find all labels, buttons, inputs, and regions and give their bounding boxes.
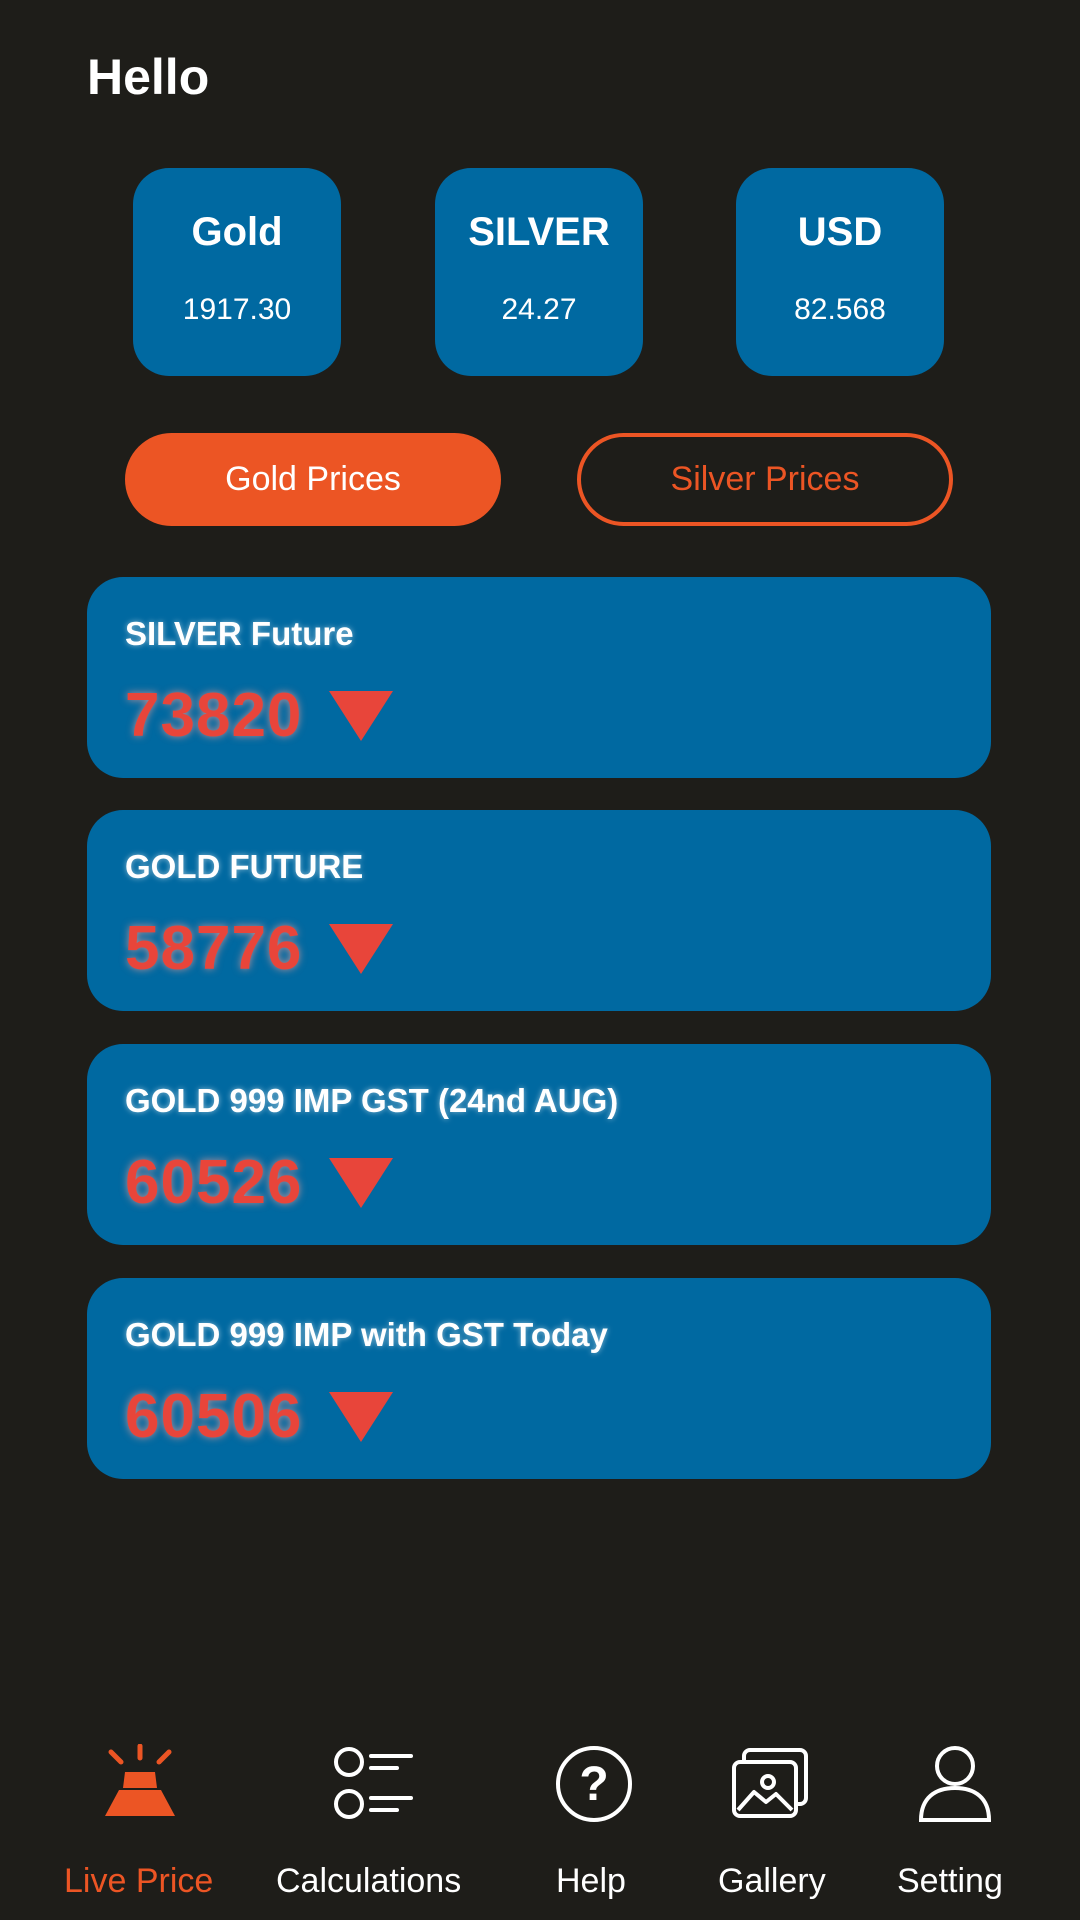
gold-bar-icon xyxy=(105,1744,175,1816)
price-card-value: 58776 xyxy=(125,914,303,983)
greeting-text: Hello xyxy=(87,49,210,105)
help-icon: ? xyxy=(556,1746,632,1822)
live-price-screen: Hello Gold 1917.30 SILVER 24.27 USD 82.5… xyxy=(0,0,1080,1920)
trend-down-icon xyxy=(329,1158,393,1208)
nav-item-live-price[interactable]: Live Price xyxy=(50,1730,230,1900)
rate-tile-name: Gold xyxy=(191,210,283,254)
rate-tile-value: 24.27 xyxy=(501,293,577,326)
price-card-title: GOLD 999 IMP with GST Today xyxy=(125,1316,608,1353)
svg-text:?: ? xyxy=(579,1758,608,1811)
nav-label: Help xyxy=(556,1862,626,1900)
price-card-value: 73820 xyxy=(125,681,303,750)
nav-label: Gallery xyxy=(718,1862,826,1900)
nav-label: Setting xyxy=(897,1862,1003,1900)
silver-prices-button[interactable]: Silver Prices xyxy=(577,433,953,526)
nav-item-calculations[interactable]: Calculations xyxy=(270,1730,480,1900)
gallery-icon xyxy=(732,1748,808,1818)
list-icon xyxy=(334,1747,413,1819)
rate-tile-usd[interactable]: USD 82.568 xyxy=(736,168,944,376)
trend-down-icon xyxy=(329,924,393,974)
price-card-silver-future[interactable]: SILVER Future 73820 xyxy=(87,577,991,778)
rate-tile-name: SILVER xyxy=(468,210,610,254)
rate-tile-name: USD xyxy=(797,210,883,254)
trend-down-icon xyxy=(329,1392,393,1442)
price-card-value: 60506 xyxy=(125,1382,303,1451)
nav-item-help[interactable]: ? Help xyxy=(544,1730,644,1900)
user-icon xyxy=(918,1746,992,1822)
nav-label: Calculations xyxy=(276,1862,462,1900)
rate-tile-value: 82.568 xyxy=(794,293,886,326)
rate-tile-value: 1917.30 xyxy=(182,293,292,326)
price-card-gold-999-gst-today[interactable]: GOLD 999 IMP with GST Today 60506 xyxy=(87,1278,991,1479)
rate-tiles: Gold 1917.30 SILVER 24.27 USD 82.568 xyxy=(0,168,1080,376)
price-card-gold-future[interactable]: GOLD FUTURE 58776 xyxy=(87,810,991,1011)
rate-tile-silver[interactable]: SILVER 24.27 xyxy=(435,168,643,376)
nav-item-setting[interactable]: Setting xyxy=(890,1730,1020,1900)
price-card-value: 60526 xyxy=(125,1148,303,1217)
trend-down-icon xyxy=(329,691,393,741)
price-card-title: GOLD 999 IMP GST (24nd AUG) xyxy=(125,1082,619,1119)
gold-prices-button[interactable]: Gold Prices xyxy=(125,433,501,526)
bottom-nav: Live Price Calculations ? Help Gallery S… xyxy=(0,1730,1080,1920)
price-card-title: SILVER Future xyxy=(125,615,354,652)
price-card-gold-999-gst-aug[interactable]: GOLD 999 IMP GST (24nd AUG) 60526 xyxy=(87,1044,991,1245)
price-card-title: GOLD FUTURE xyxy=(125,848,364,885)
rate-tile-gold[interactable]: Gold 1917.30 xyxy=(133,168,341,376)
nav-item-gallery[interactable]: Gallery xyxy=(712,1730,832,1900)
nav-label: Live Price xyxy=(64,1862,214,1900)
